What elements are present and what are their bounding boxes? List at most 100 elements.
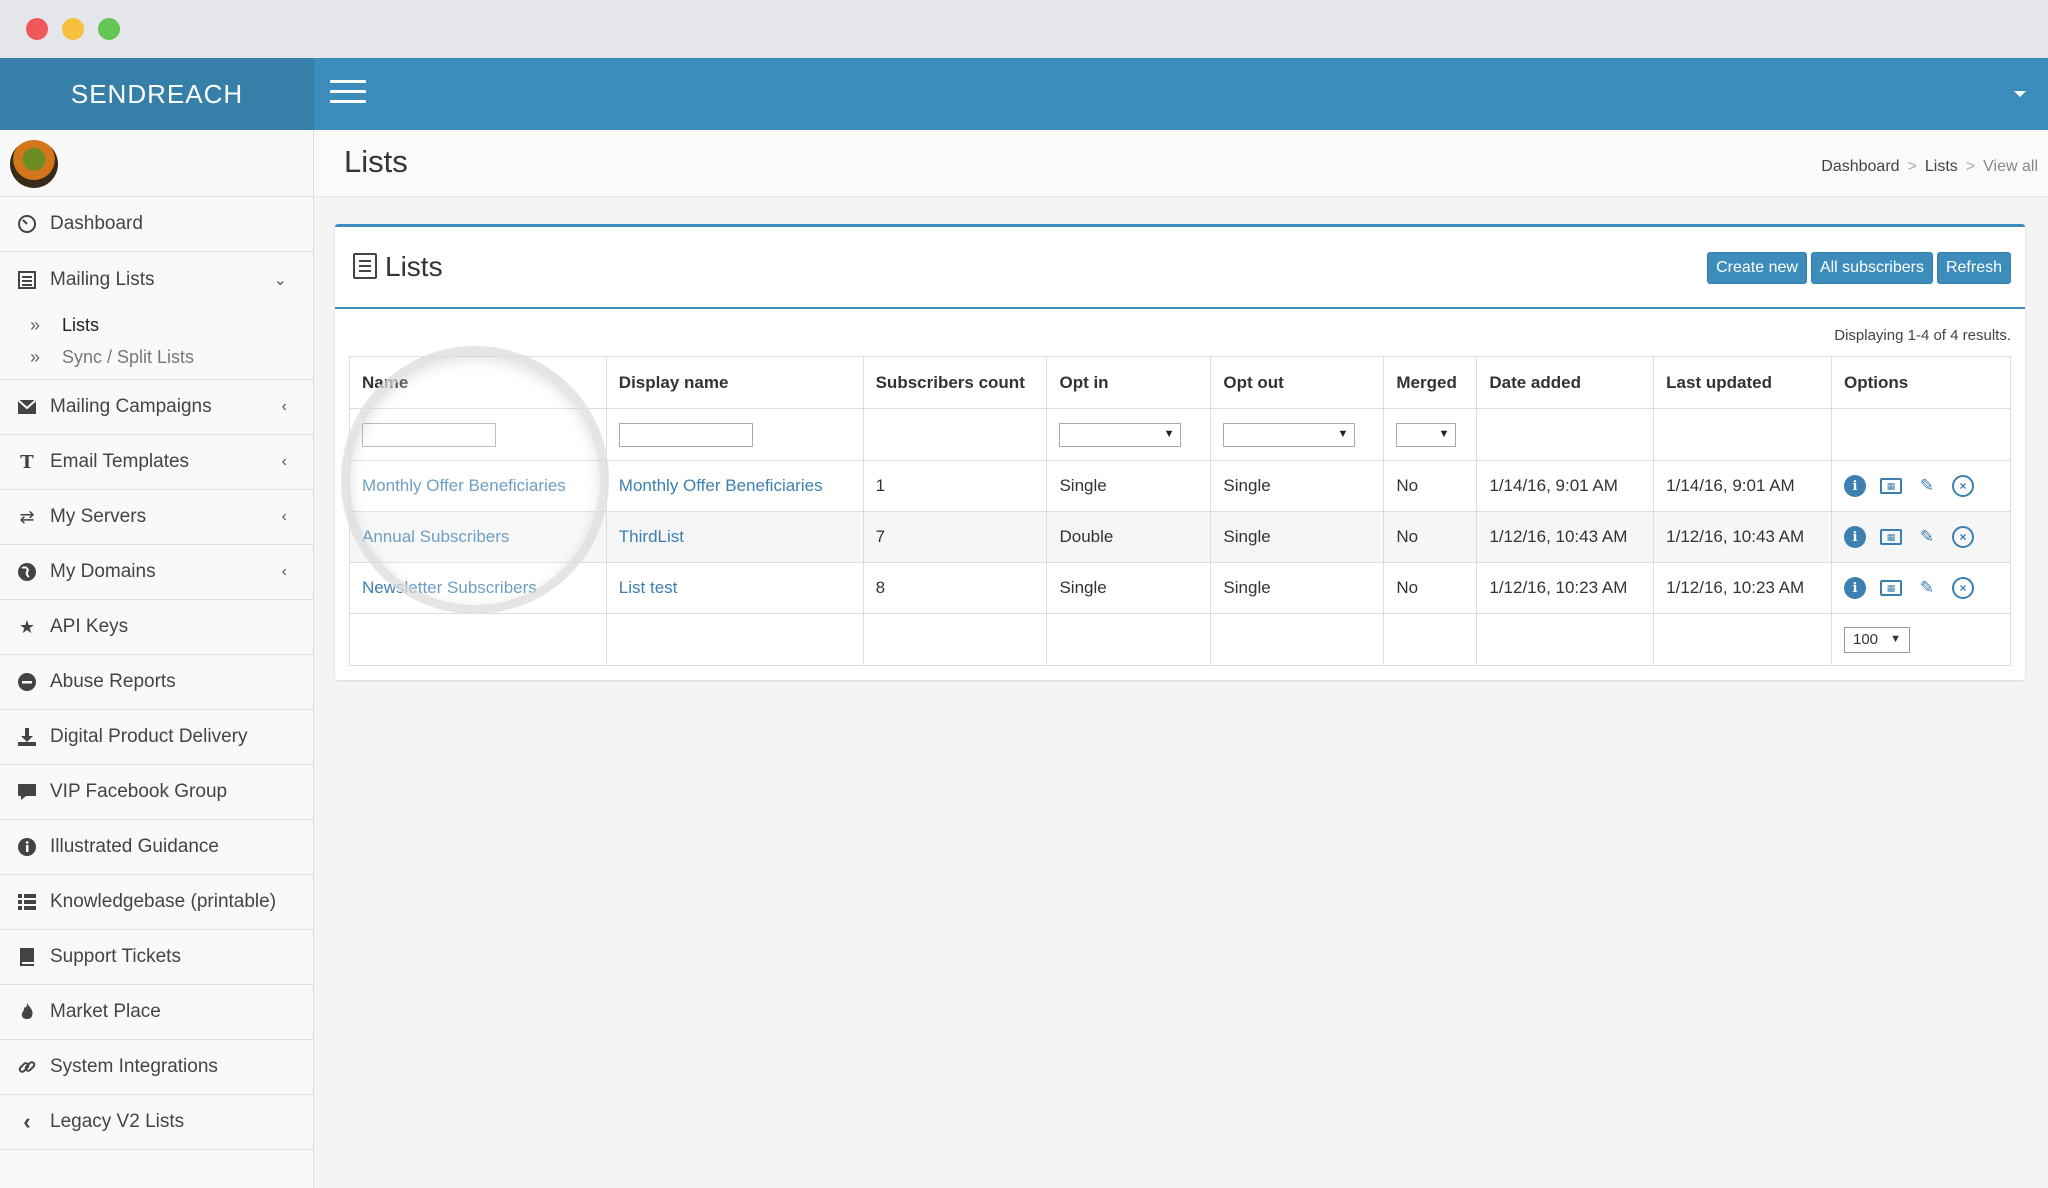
opt-in-value: Double [1046, 511, 1212, 563]
row-options: i ▦ ✎ × [1843, 577, 1998, 599]
avatar[interactable] [10, 140, 58, 188]
column-header-merged[interactable]: Merged [1383, 356, 1478, 409]
overview-icon[interactable]: ▦ [1879, 478, 1902, 494]
sidebar-item-support-tickets[interactable]: Support Tickets [0, 930, 313, 985]
delete-icon[interactable]: × [1951, 526, 1974, 548]
sidebar-item-label: Market Place [50, 1001, 161, 1022]
user-menu-caret-icon[interactable] [2014, 91, 2026, 97]
delete-icon[interactable]: × [1951, 475, 1974, 497]
submenu-item-sync-split-lists[interactable]: » Sync / Split Lists [0, 341, 313, 373]
pencil-icon[interactable]: ✎ [1916, 475, 1938, 497]
sidebar-item-system-integrations[interactable]: System Integrations [0, 1040, 313, 1095]
display-name-link[interactable]: Monthly Offer Beneficiaries [619, 476, 823, 495]
all-subscribers-button[interactable]: All subscribers [1810, 252, 1933, 284]
opt-out-value: Single [1210, 460, 1385, 512]
page-size-value: 100 [1852, 631, 1879, 648]
chevron-down-icon: ⌄ [273, 271, 287, 289]
sidebar-item-api-keys[interactable]: ★ API Keys [0, 600, 313, 655]
name-filter-input[interactable] [362, 422, 496, 447]
sidebar-item-mailing-campaigns[interactable]: Mailing Campaigns ‹ [0, 380, 313, 435]
download-icon [16, 726, 38, 748]
menu-toggle-icon[interactable] [330, 80, 366, 108]
lists-table: Name Display name Subscribers count Opt … [349, 356, 2012, 666]
merged-value: No [1383, 460, 1478, 512]
column-header-last-updated[interactable]: Last updated [1653, 356, 1832, 409]
page-size-select[interactable]: 100 [1843, 626, 1910, 653]
subscribers-count: 1 [862, 460, 1048, 512]
book-icon [16, 946, 38, 968]
sidebar-item-my-domains[interactable]: My Domains ‹ [0, 545, 313, 600]
create-new-button[interactable]: Create new [1707, 252, 1807, 284]
sidebar-item-label: Legacy V2 Lists [50, 1111, 185, 1132]
column-header-date-added[interactable]: Date added [1476, 356, 1655, 409]
chevron-left-icon: ‹ [281, 398, 287, 415]
chevron-left-icon: ‹ [281, 563, 287, 580]
exchange-icon: ⇄ [19, 506, 35, 527]
column-header-name[interactable]: Name [349, 356, 607, 409]
breadcrumb-dashboard[interactable]: Dashboard [1821, 158, 1899, 176]
info-icon[interactable]: i [1843, 526, 1866, 548]
fire-icon [16, 1001, 38, 1023]
column-header-display-name[interactable]: Display name [605, 356, 864, 409]
submenu-item-label: Sync / Split Lists [62, 346, 195, 367]
info-icon[interactable]: i [1843, 475, 1866, 497]
list-name-link[interactable]: Annual Subscribers [362, 527, 509, 546]
overview-icon[interactable]: ▦ [1879, 580, 1902, 596]
sidebar-item-mailing-lists[interactable]: Mailing Lists ⌄ [0, 252, 313, 307]
display-name-link[interactable]: List test [619, 578, 678, 597]
user-panel [0, 130, 313, 197]
envelope-icon [16, 396, 38, 418]
submenu-item-label: Lists [62, 314, 100, 335]
maximize-window-button[interactable] [98, 18, 120, 40]
column-header-opt-in[interactable]: Opt in [1046, 356, 1212, 409]
breadcrumb-view-all: View all [1983, 158, 2038, 175]
close-window-button[interactable] [26, 18, 48, 40]
merged-filter-select[interactable] [1396, 422, 1457, 447]
sidebar-item-abuse-reports[interactable]: Abuse Reports [0, 655, 313, 710]
comment-icon [16, 781, 38, 803]
overview-icon[interactable]: ▦ [1879, 529, 1902, 545]
lists-box: Lists Create new All subscribers Refresh… [335, 224, 2025, 680]
merged-value: No [1383, 562, 1478, 614]
list-name-link[interactable]: Newsletter Subscribers [362, 578, 537, 597]
sidebar-item-label: My Servers [50, 506, 147, 527]
breadcrumb-lists[interactable]: Lists [1925, 158, 1958, 176]
sidebar-item-my-servers[interactable]: ⇄ My Servers ‹ [0, 490, 313, 545]
sidebar-item-label: Mailing Lists [50, 268, 155, 290]
sidebar-item-label: Dashboard [50, 213, 143, 234]
sidebar-item-vip-facebook-group[interactable]: VIP Facebook Group [0, 765, 313, 820]
sidebar-item-digital-product-delivery[interactable]: Digital Product Delivery [0, 710, 313, 765]
pencil-icon[interactable]: ✎ [1916, 577, 1938, 599]
sidebar-item-market-place[interactable]: Market Place [0, 985, 313, 1040]
sidebar-item-dashboard[interactable]: Dashboard [0, 197, 313, 252]
sidebar-item-knowledgebase[interactable]: Knowledgebase (printable) [0, 875, 313, 930]
list-name-link[interactable]: Monthly Offer Beneficiaries [362, 476, 566, 495]
box-title: Lists [385, 251, 443, 282]
column-header-opt-out[interactable]: Opt out [1210, 356, 1385, 409]
double-chevron-right-icon: » [30, 346, 41, 367]
merged-value: No [1383, 511, 1478, 563]
refresh-button[interactable]: Refresh [1936, 252, 2011, 284]
sidebar-item-label: My Domains [50, 561, 156, 582]
sidebar-item-illustrated-guidance[interactable]: Illustrated Guidance [0, 820, 313, 875]
brand-logo[interactable]: SENDREACH [0, 58, 314, 130]
opt-out-filter-select[interactable] [1223, 422, 1356, 447]
sidebar-item-label: API Keys [50, 616, 129, 637]
submenu-item-lists[interactable]: » Lists [0, 309, 313, 341]
pencil-icon[interactable]: ✎ [1916, 526, 1938, 548]
sidebar-item-email-templates[interactable]: T Email Templates ‹ [0, 435, 313, 490]
delete-icon[interactable]: × [1951, 577, 1974, 599]
info-icon[interactable]: i [1843, 577, 1866, 599]
display-name-filter-input[interactable] [618, 422, 753, 447]
sidebar-item-legacy-v2-lists[interactable]: ‹ Legacy V2 Lists [0, 1095, 313, 1150]
chevron-left-icon: ‹ [23, 1109, 31, 1134]
minimize-window-button[interactable] [62, 18, 84, 40]
date-added-value: 1/12/16, 10:43 AM [1476, 511, 1655, 563]
column-header-subscribers-count[interactable]: Subscribers count [862, 356, 1048, 409]
brand-name: SENDREACH [70, 78, 244, 109]
content-header: Lists Dashboard > Lists > View all [314, 130, 2048, 197]
th-list-icon [16, 891, 38, 913]
display-name-link[interactable]: ThirdList [619, 527, 684, 546]
page-title: Lists [344, 144, 408, 179]
opt-in-filter-select[interactable] [1059, 422, 1182, 447]
